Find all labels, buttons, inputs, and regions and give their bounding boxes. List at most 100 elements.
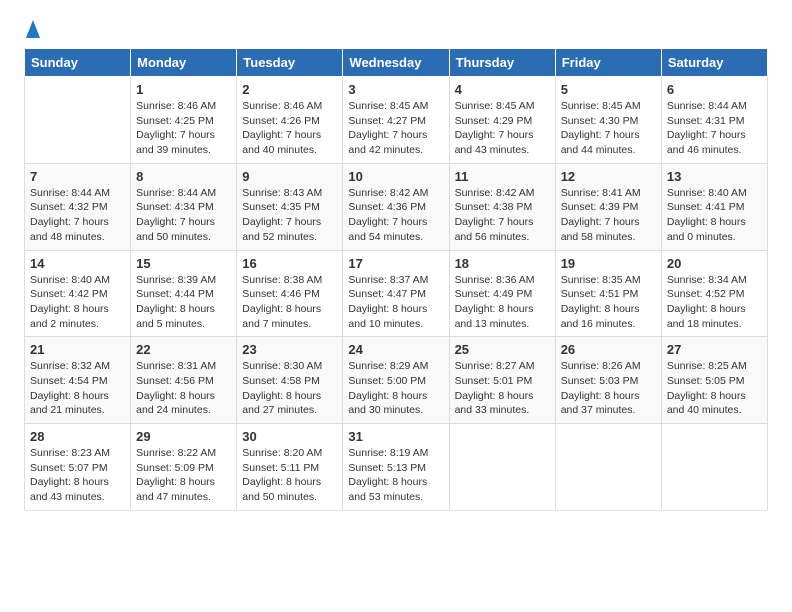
calendar-cell: 31 Sunrise: 8:19 AMSunset: 5:13 PMDayligh…	[343, 424, 449, 511]
day-number: 7	[30, 169, 125, 184]
day-info: Sunrise: 8:25 AMSunset: 5:05 PMDaylight:…	[667, 359, 762, 418]
calendar-cell: 30 Sunrise: 8:20 AMSunset: 5:11 PMDayligh…	[237, 424, 343, 511]
calendar-cell: 12Sunrise: 8:41 AMSunset: 4:39 PMDayligh…	[555, 163, 661, 250]
calendar-cell: 5 Sunrise: 8:45 AMSunset: 4:30 PMDaylight…	[555, 77, 661, 164]
day-number: 4	[455, 82, 550, 97]
day-info: Sunrise: 8:43 AMSunset: 4:35 PMDaylight:…	[242, 186, 337, 245]
weekday-header-sunday: Sunday	[25, 49, 131, 77]
calendar-cell: 13 Sunrise: 8:40 AMSunset: 4:41 PMDayligh…	[661, 163, 767, 250]
day-info: Sunrise: 8:44 AMSunset: 4:31 PMDaylight:…	[667, 99, 762, 158]
day-number: 8	[136, 169, 231, 184]
calendar-cell: 26 Sunrise: 8:26 AMSunset: 5:03 PMDayligh…	[555, 337, 661, 424]
day-number: 5	[561, 82, 656, 97]
day-info: Sunrise: 8:38 AMSunset: 4:46 PMDaylight:…	[242, 273, 337, 332]
calendar-cell: 25 Sunrise: 8:27 AMSunset: 5:01 PMDayligh…	[449, 337, 555, 424]
day-number: 29	[136, 429, 231, 444]
weekday-header-row: SundayMondayTuesdayWednesdayThursdayFrid…	[25, 49, 768, 77]
calendar-cell: 21 Sunrise: 8:32 AMSunset: 4:54 PMDayligh…	[25, 337, 131, 424]
day-info: Sunrise: 8:44 AMSunset: 4:32 PMDaylight:…	[30, 186, 125, 245]
calendar-cell: 1 Sunrise: 8:46 AMSunset: 4:25 PMDaylight…	[131, 77, 237, 164]
day-number: 16	[242, 256, 337, 271]
calendar-cell: 6 Sunrise: 8:44 AMSunset: 4:31 PMDaylight…	[661, 77, 767, 164]
day-info: Sunrise: 8:46 AMSunset: 4:26 PMDaylight:…	[242, 99, 337, 158]
day-info: Sunrise: 8:46 AMSunset: 4:25 PMDaylight:…	[136, 99, 231, 158]
calendar-cell: 28Sunrise: 8:23 AMSunset: 5:07 PMDayligh…	[25, 424, 131, 511]
day-number: 3	[348, 82, 443, 97]
day-info: Sunrise: 8:45 AMSunset: 4:29 PMDaylight:…	[455, 99, 550, 158]
day-info: Sunrise: 8:29 AMSunset: 5:00 PMDaylight:…	[348, 359, 443, 418]
day-number: 25	[455, 342, 550, 357]
calendar-cell: 2 Sunrise: 8:46 AMSunset: 4:26 PMDaylight…	[237, 77, 343, 164]
day-number: 1	[136, 82, 231, 97]
day-info: Sunrise: 8:39 AMSunset: 4:44 PMDaylight:…	[136, 273, 231, 332]
calendar-cell: 24 Sunrise: 8:29 AMSunset: 5:00 PMDayligh…	[343, 337, 449, 424]
day-info: Sunrise: 8:42 AMSunset: 4:36 PMDaylight:…	[348, 186, 443, 245]
day-number: 30	[242, 429, 337, 444]
logo	[24, 20, 42, 38]
day-info: Sunrise: 8:30 AMSunset: 4:58 PMDaylight:…	[242, 359, 337, 418]
day-info: Sunrise: 8:45 AMSunset: 4:30 PMDaylight:…	[561, 99, 656, 158]
calendar-cell: 22 Sunrise: 8:31 AMSunset: 4:56 PMDayligh…	[131, 337, 237, 424]
day-number: 18	[455, 256, 550, 271]
weekday-header-saturday: Saturday	[661, 49, 767, 77]
day-number: 24	[348, 342, 443, 357]
calendar-cell: 20 Sunrise: 8:34 AMSunset: 4:52 PMDayligh…	[661, 250, 767, 337]
calendar-cell: 7 Sunrise: 8:44 AMSunset: 4:32 PMDaylight…	[25, 163, 131, 250]
day-number: 19	[561, 256, 656, 271]
day-info: Sunrise: 8:35 AMSunset: 4:51 PMDaylight:…	[561, 273, 656, 332]
day-info: Sunrise: 8:45 AMSunset: 4:27 PMDaylight:…	[348, 99, 443, 158]
calendar-cell	[661, 424, 767, 511]
weekday-header-friday: Friday	[555, 49, 661, 77]
day-number: 21	[30, 342, 125, 357]
weekday-header-wednesday: Wednesday	[343, 49, 449, 77]
calendar-cell: 29Sunrise: 8:22 AMSunset: 5:09 PMDayligh…	[131, 424, 237, 511]
day-number: 20	[667, 256, 762, 271]
calendar-cell: 27Sunrise: 8:25 AMSunset: 5:05 PMDayligh…	[661, 337, 767, 424]
calendar-week-row: 28Sunrise: 8:23 AMSunset: 5:07 PMDayligh…	[25, 424, 768, 511]
day-info: Sunrise: 8:40 AMSunset: 4:41 PMDaylight:…	[667, 186, 762, 245]
calendar-cell: 17 Sunrise: 8:37 AMSunset: 4:47 PMDayligh…	[343, 250, 449, 337]
day-info: Sunrise: 8:19 AMSunset: 5:13 PMDaylight:…	[348, 446, 443, 505]
calendar-cell: 15 Sunrise: 8:39 AMSunset: 4:44 PMDayligh…	[131, 250, 237, 337]
day-info: Sunrise: 8:20 AMSunset: 5:11 PMDaylight:…	[242, 446, 337, 505]
day-info: Sunrise: 8:42 AMSunset: 4:38 PMDaylight:…	[455, 186, 550, 245]
day-number: 11	[455, 169, 550, 184]
day-info: Sunrise: 8:36 AMSunset: 4:49 PMDaylight:…	[455, 273, 550, 332]
calendar-week-row: 21 Sunrise: 8:32 AMSunset: 4:54 PMDayligh…	[25, 337, 768, 424]
day-number: 6	[667, 82, 762, 97]
day-number: 13	[667, 169, 762, 184]
day-number: 28	[30, 429, 125, 444]
calendar-cell: 23 Sunrise: 8:30 AMSunset: 4:58 PMDayligh…	[237, 337, 343, 424]
calendar-week-row: 7 Sunrise: 8:44 AMSunset: 4:32 PMDaylight…	[25, 163, 768, 250]
day-info: Sunrise: 8:37 AMSunset: 4:47 PMDaylight:…	[348, 273, 443, 332]
day-info: Sunrise: 8:34 AMSunset: 4:52 PMDaylight:…	[667, 273, 762, 332]
calendar-cell: 8 Sunrise: 8:44 AMSunset: 4:34 PMDaylight…	[131, 163, 237, 250]
day-info: Sunrise: 8:44 AMSunset: 4:34 PMDaylight:…	[136, 186, 231, 245]
calendar-cell: 4 Sunrise: 8:45 AMSunset: 4:29 PMDaylight…	[449, 77, 555, 164]
calendar-cell: 14Sunrise: 8:40 AMSunset: 4:42 PMDayligh…	[25, 250, 131, 337]
calendar-cell: 10 Sunrise: 8:42 AMSunset: 4:36 PMDayligh…	[343, 163, 449, 250]
day-info: Sunrise: 8:27 AMSunset: 5:01 PMDaylight:…	[455, 359, 550, 418]
day-number: 2	[242, 82, 337, 97]
day-info: Sunrise: 8:26 AMSunset: 5:03 PMDaylight:…	[561, 359, 656, 418]
calendar-cell: 9Sunrise: 8:43 AMSunset: 4:35 PMDaylight…	[237, 163, 343, 250]
day-info: Sunrise: 8:40 AMSunset: 4:42 PMDaylight:…	[30, 273, 125, 332]
weekday-header-monday: Monday	[131, 49, 237, 77]
calendar-cell	[449, 424, 555, 511]
day-number: 15	[136, 256, 231, 271]
day-number: 26	[561, 342, 656, 357]
day-number: 31	[348, 429, 443, 444]
day-number: 10	[348, 169, 443, 184]
day-number: 17	[348, 256, 443, 271]
day-info: Sunrise: 8:32 AMSunset: 4:54 PMDaylight:…	[30, 359, 125, 418]
calendar-cell: 11 Sunrise: 8:42 AMSunset: 4:38 PMDayligh…	[449, 163, 555, 250]
day-info: Sunrise: 8:31 AMSunset: 4:56 PMDaylight:…	[136, 359, 231, 418]
day-number: 23	[242, 342, 337, 357]
calendar-week-row: 14Sunrise: 8:40 AMSunset: 4:42 PMDayligh…	[25, 250, 768, 337]
calendar-cell: 3 Sunrise: 8:45 AMSunset: 4:27 PMDaylight…	[343, 77, 449, 164]
logo-triangle-icon	[26, 20, 40, 38]
page-header	[24, 20, 768, 38]
day-number: 22	[136, 342, 231, 357]
weekday-header-tuesday: Tuesday	[237, 49, 343, 77]
day-number: 12	[561, 169, 656, 184]
